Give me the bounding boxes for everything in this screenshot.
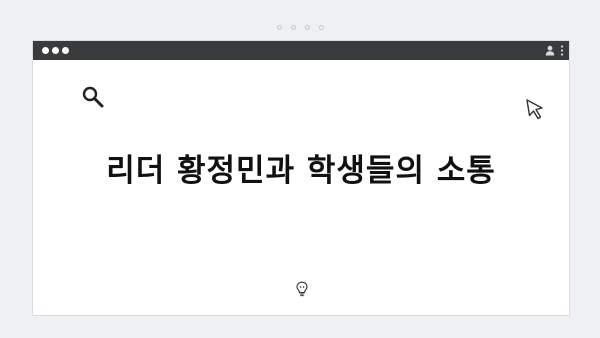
carousel-dot[interactable]: [276, 25, 282, 30]
search-icon[interactable]: [81, 85, 105, 109]
kebab-menu-icon[interactable]: [560, 45, 564, 56]
window-controls: [42, 47, 69, 54]
maximize-dot[interactable]: [62, 47, 69, 54]
carousel-dot[interactable]: [318, 25, 324, 30]
stage: 리더 황정민과 학생들의 소통: [0, 0, 600, 338]
close-dot[interactable]: [42, 47, 49, 54]
lightbulb-icon: [296, 281, 308, 297]
browser-window: 리더 황정민과 학생들의 소통: [32, 40, 570, 316]
carousel-dot[interactable]: [290, 25, 296, 30]
page-headline: 리더 황정민과 학생들의 소통: [106, 153, 496, 189]
minimize-dot[interactable]: [52, 47, 59, 54]
carousel-indicator: [0, 25, 600, 30]
carousel-dot[interactable]: [304, 25, 310, 30]
user-icon[interactable]: [545, 45, 555, 56]
window-titlebar: [33, 41, 569, 60]
cursor-icon: [526, 99, 543, 120]
